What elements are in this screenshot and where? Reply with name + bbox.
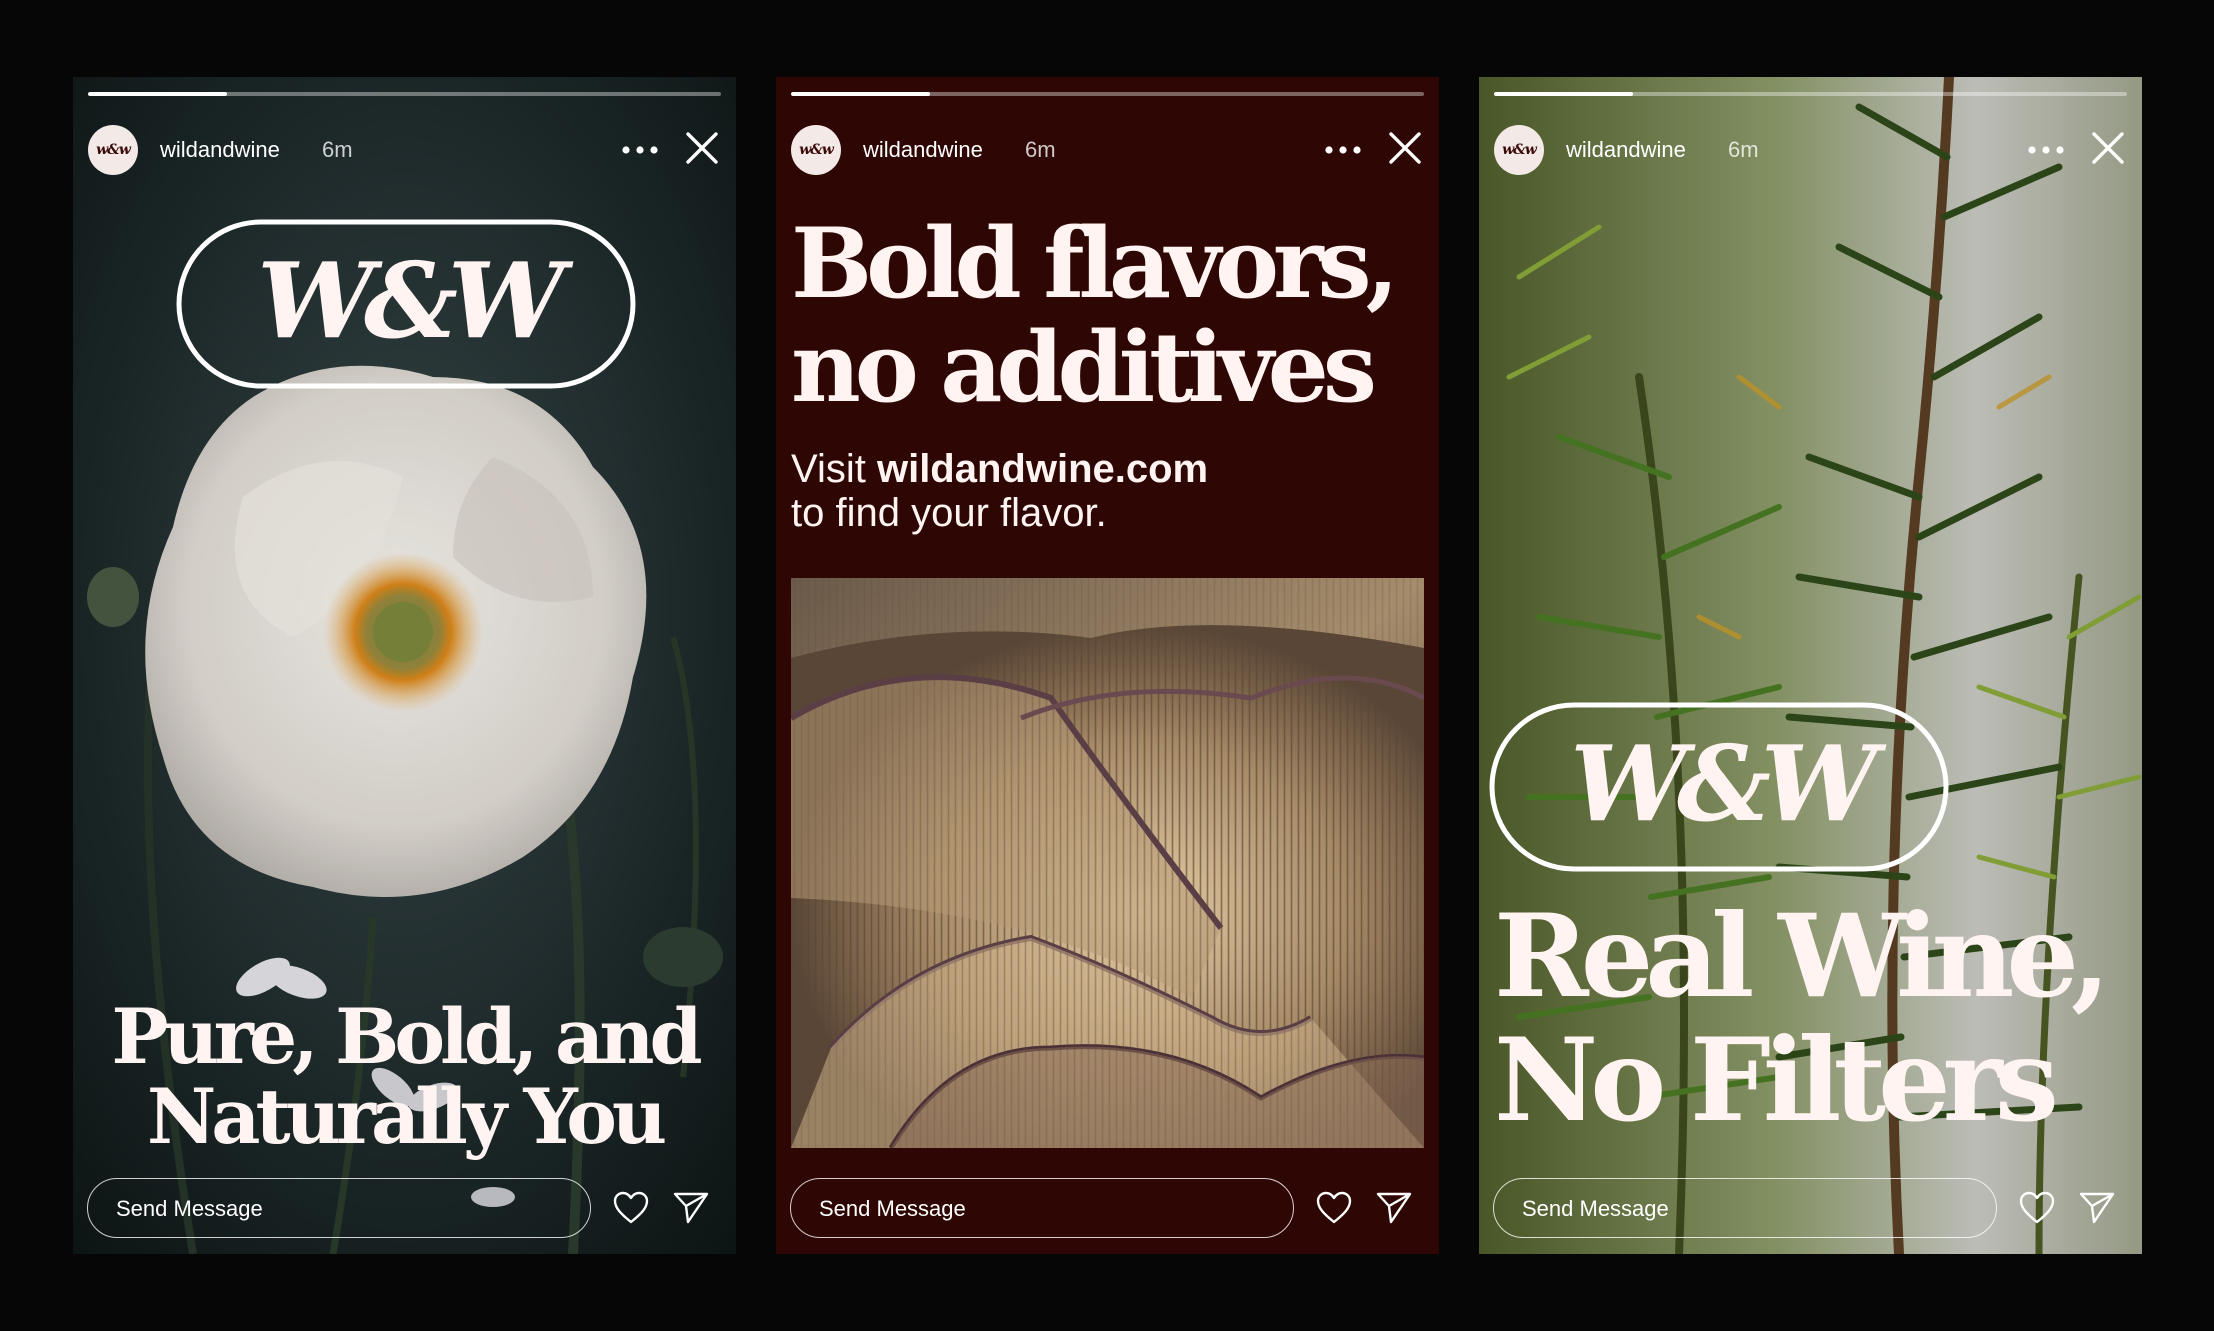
close-icon[interactable] bbox=[1386, 129, 1424, 167]
story-progress-fill bbox=[1494, 92, 1634, 96]
story-headline: Bold flavors, no additives bbox=[791, 212, 1431, 420]
more-icon[interactable] bbox=[2027, 143, 2065, 157]
username[interactable]: wildandwine bbox=[1566, 137, 1686, 163]
headline-line-2: No Filters bbox=[1494, 1013, 2059, 1147]
visit-website-text: Visit wildandwine.com to find your flavo… bbox=[791, 447, 1431, 535]
story-headline: Pure, Bold, and Naturally You bbox=[73, 997, 736, 1157]
story-progress-bar bbox=[791, 92, 1424, 96]
story-headline: Real Wine, No Filters bbox=[1494, 894, 2142, 1142]
svg-text:W&W: W&W bbox=[257, 239, 574, 362]
close-icon[interactable] bbox=[683, 129, 721, 167]
story-progress-fill bbox=[791, 92, 931, 96]
more-icon[interactable] bbox=[1324, 143, 1362, 157]
story-header: w&w wildandwine 6m bbox=[791, 123, 1424, 177]
send-message-placeholder: Send Message bbox=[1522, 1196, 1669, 1221]
send-message-placeholder: Send Message bbox=[116, 1196, 263, 1221]
headline-line-2: Naturally You bbox=[146, 1072, 667, 1161]
story-header: w&w wildandwine 6m bbox=[88, 123, 721, 177]
send-icon[interactable] bbox=[673, 1191, 709, 1225]
brand-logo: W&W bbox=[1489, 702, 1949, 872]
avatar[interactable]: w&w bbox=[791, 125, 841, 175]
svg-text:W&W: W&W bbox=[1570, 722, 1887, 845]
story-card-3: w&w wildandwine 6m W&W Real Wine, No Fil… bbox=[1479, 77, 2142, 1254]
username[interactable]: wildandwine bbox=[160, 137, 280, 163]
headline-line-1: Pure, Bold, and bbox=[111, 992, 702, 1081]
send-message-input[interactable]: Send Message bbox=[1493, 1178, 1997, 1238]
send-message-input[interactable]: Send Message bbox=[790, 1178, 1294, 1238]
more-icon[interactable] bbox=[621, 143, 659, 157]
brand-logo: W&W bbox=[176, 219, 636, 389]
headline-line-1: Bold flavors, bbox=[791, 207, 1399, 320]
send-message-input[interactable]: Send Message bbox=[87, 1178, 591, 1238]
visit-prefix: Visit bbox=[791, 447, 866, 491]
story-card-2: w&w wildandwine 6m Bold flavors, no addi… bbox=[776, 77, 1439, 1254]
post-time: 6m bbox=[1728, 137, 1759, 162]
story-progress-fill bbox=[88, 92, 228, 96]
avatar[interactable]: w&w bbox=[88, 125, 138, 175]
visit-suffix: to find your flavor. bbox=[791, 491, 1107, 535]
close-icon[interactable] bbox=[2089, 129, 2127, 167]
story-progress-bar bbox=[88, 92, 721, 96]
headline-line-2: no additives bbox=[791, 311, 1377, 424]
avatar[interactable]: w&w bbox=[1494, 125, 1544, 175]
send-message-placeholder: Send Message bbox=[819, 1196, 966, 1221]
heart-icon[interactable] bbox=[1316, 1191, 1352, 1225]
send-icon[interactable] bbox=[1376, 1191, 1412, 1225]
story-header: w&w wildandwine 6m bbox=[1494, 123, 2127, 177]
heart-icon[interactable] bbox=[613, 1191, 649, 1225]
username[interactable]: wildandwine bbox=[863, 137, 983, 163]
story-progress-bar bbox=[1494, 92, 2127, 96]
post-time: 6m bbox=[1025, 137, 1056, 162]
headline-line-1: Real Wine, bbox=[1494, 889, 2111, 1023]
website-link[interactable]: wildandwine.com bbox=[877, 447, 1208, 491]
heart-icon[interactable] bbox=[2019, 1191, 2055, 1225]
post-time: 6m bbox=[322, 137, 353, 162]
mushroom-photo bbox=[791, 578, 1424, 1148]
send-icon[interactable] bbox=[2079, 1191, 2115, 1225]
story-card-1: w&w wildandwine 6m W&W Pure, Bold, and N… bbox=[73, 77, 736, 1254]
